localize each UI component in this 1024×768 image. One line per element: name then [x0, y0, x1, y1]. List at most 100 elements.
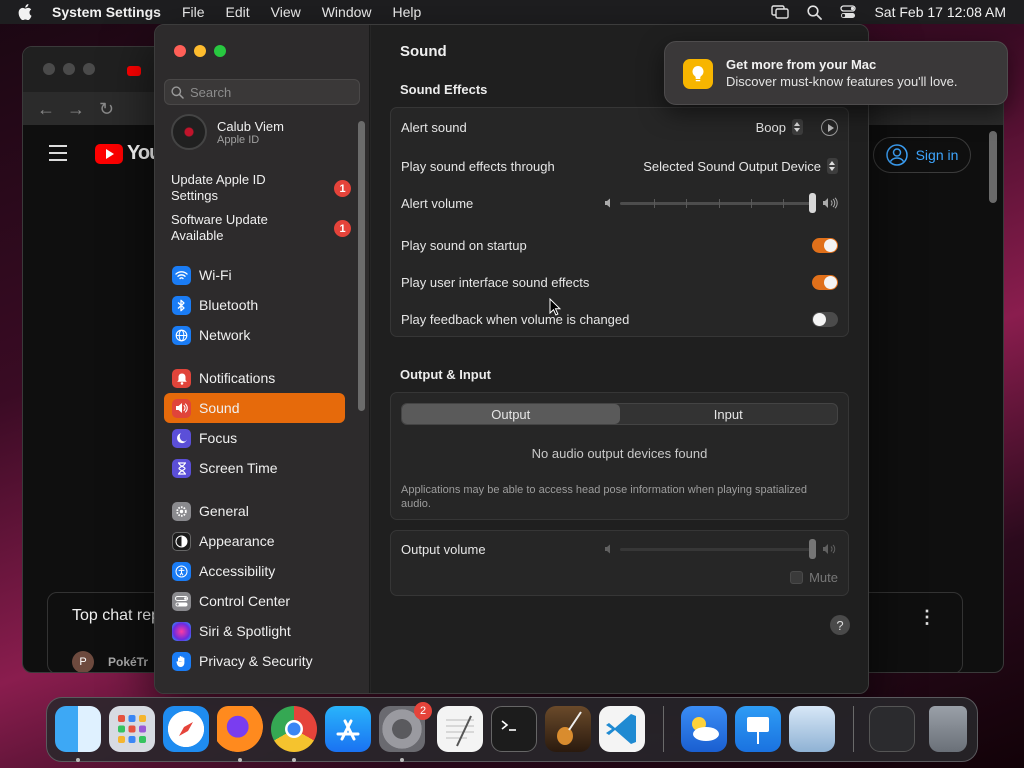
menu-file[interactable]: File [182, 4, 205, 20]
minimize-window-button[interactable] [194, 45, 206, 57]
more-options-icon[interactable]: ⋮ [918, 607, 936, 628]
browser-scrollbar[interactable] [989, 131, 997, 203]
app-store-icon[interactable] [325, 706, 371, 752]
play-alert-sound-button[interactable] [821, 118, 838, 136]
sidebar-item-privacy-security[interactable]: Privacy & Security [164, 646, 345, 676]
slider-thumb[interactable] [809, 192, 816, 213]
bluetooth-icon [172, 295, 191, 315]
hamburger-menu-icon[interactable] [49, 145, 67, 166]
slider-thumb[interactable] [809, 538, 816, 559]
sidebar-item-accessibility[interactable]: Accessibility [164, 556, 345, 586]
zoom-window-button[interactable] [214, 45, 226, 57]
weather-icon[interactable] [681, 706, 727, 752]
youtube-tab-icon[interactable] [127, 66, 141, 76]
safari-icon[interactable] [163, 706, 209, 752]
finder-icon[interactable] [55, 706, 101, 752]
tab-output[interactable]: Output [402, 404, 620, 424]
downloads-stack-icon[interactable] [869, 706, 915, 752]
sound-pane: Sound Sound Effects Alert sound Boop Pla… [371, 25, 868, 693]
software-update-item[interactable]: Software Update Available 1 [171, 212, 351, 244]
chrome-icon[interactable] [271, 706, 317, 752]
startup-sound-toggle[interactable] [812, 237, 838, 253]
sidebar-item-network[interactable]: Network [164, 320, 345, 350]
ui-sound-effects-toggle[interactable] [812, 274, 838, 290]
preview-icon[interactable] [789, 706, 835, 752]
sign-in-button[interactable]: Sign in [873, 137, 971, 173]
sidebar-item-notifications[interactable]: Notifications [164, 363, 345, 393]
play-through-popup[interactable]: Selected Sound Output Device [643, 158, 838, 174]
launchpad-icon[interactable] [109, 706, 155, 752]
output-volume-group: Output volume Mute [390, 530, 849, 596]
alert-volume-slider[interactable] [620, 192, 816, 213]
sidebar-item-focus[interactable]: Focus [164, 423, 345, 453]
help-button[interactable]: ? [830, 615, 850, 635]
chat-title[interactable]: Top chat rep [72, 607, 160, 625]
apple-menu-icon[interactable] [18, 4, 32, 20]
vscode-icon[interactable] [599, 706, 645, 752]
forward-arrow-icon[interactable]: → [67, 99, 85, 120]
output-input-heading: Output & Input [400, 367, 491, 382]
back-arrow-icon[interactable]: ← [37, 99, 55, 120]
settings-sidebar: Calub Viem Apple ID Update Apple ID Sett… [155, 25, 370, 693]
tab-input[interactable]: Input [620, 404, 838, 424]
menu-view[interactable]: View [271, 4, 301, 20]
sidebar-item-label: Network [199, 327, 251, 343]
sidebar-item-label: Wi-Fi [199, 267, 232, 283]
sidebar-item-control-center[interactable]: Control Center [164, 586, 345, 616]
output-volume-slider[interactable] [620, 538, 816, 559]
sidebar-item-wifi[interactable]: Wi-Fi [164, 260, 345, 290]
browser-close-button[interactable] [43, 63, 55, 75]
sidebar-item-sound[interactable]: Sound [164, 393, 345, 423]
menu-window[interactable]: Window [322, 4, 372, 20]
alert-volume-row: Alert volume [401, 191, 838, 215]
sidebar-item-general[interactable]: General [164, 496, 345, 526]
menu-clock[interactable]: Sat Feb 17 12:08 AM [874, 4, 1006, 20]
browser-minimize-button[interactable] [63, 63, 75, 75]
search-input[interactable] [190, 84, 350, 100]
reload-icon[interactable]: ↻ [99, 99, 114, 120]
notification-badge: 1 [334, 180, 351, 197]
control-center-icon [172, 591, 191, 611]
sidebar-item-appearance[interactable]: Appearance [164, 526, 345, 556]
notice-label: Update Apple ID Settings [171, 172, 266, 203]
sidebar-item-bluetooth[interactable]: Bluetooth [164, 290, 345, 320]
close-window-button[interactable] [174, 45, 186, 57]
menu-app-name[interactable]: System Settings [52, 4, 161, 20]
sidebar-item-siri-spotlight[interactable]: Siri & Spotlight [164, 616, 345, 646]
dock: 2 [46, 697, 978, 762]
mute-label: Mute [809, 570, 838, 585]
appearance-icon [172, 531, 191, 551]
popup-chevron-icon [792, 119, 803, 135]
mouse-cursor-icon [549, 298, 561, 316]
sidebar-item-label: Privacy & Security [199, 653, 313, 669]
alert-volume-label: Alert volume [401, 195, 474, 211]
ui-sound-effects-label: Play user interface sound effects [401, 274, 590, 290]
alert-sound-popup[interactable]: Boop [756, 119, 803, 135]
sidebar-scrollbar[interactable] [358, 121, 365, 411]
screen-mirroring-icon[interactable] [771, 5, 790, 19]
volume-low-icon [605, 198, 610, 208]
terminal-icon[interactable] [491, 706, 537, 752]
sound-effects-group: Alert sound Boop Play sound effects thro… [390, 107, 849, 337]
trash-icon[interactable] [929, 706, 967, 752]
alert-sound-label: Alert sound [401, 119, 467, 135]
spotlight-search-icon[interactable] [807, 4, 823, 20]
volume-feedback-toggle[interactable] [812, 311, 838, 327]
sidebar-item-screen-time[interactable]: Screen Time [164, 453, 345, 483]
firefox-icon[interactable] [217, 706, 263, 752]
checkbox-box [790, 571, 804, 584]
control-center-menu-icon[interactable] [840, 5, 857, 19]
sidebar-search[interactable] [164, 79, 360, 105]
update-apple-id-settings-item[interactable]: Update Apple ID Settings 1 [171, 172, 351, 204]
browser-zoom-button[interactable] [83, 63, 95, 75]
keynote-icon[interactable] [735, 706, 781, 752]
apple-id-profile[interactable]: Calub Viem Apple ID [171, 114, 284, 150]
garageband-icon[interactable] [545, 706, 591, 752]
menu-edit[interactable]: Edit [226, 4, 250, 20]
notification-banner[interactable]: Get more from your Mac Discover must-kno… [664, 41, 1008, 105]
avatar [171, 114, 207, 150]
textedit-icon[interactable] [437, 706, 483, 752]
mute-checkbox[interactable]: Mute [790, 570, 838, 585]
spatial-audio-hint: Applications may be able to access head … [401, 484, 808, 510]
menu-help[interactable]: Help [393, 4, 422, 20]
